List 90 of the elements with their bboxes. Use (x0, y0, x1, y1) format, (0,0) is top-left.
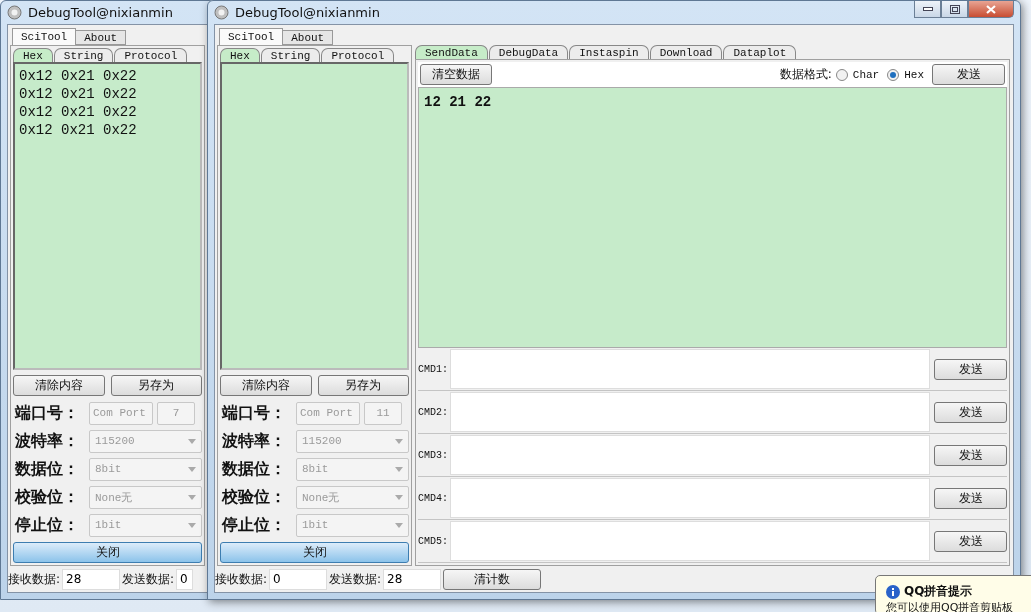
field-label: 停止位： (220, 514, 287, 536)
close-port-button[interactable]: 关闭 (220, 542, 409, 563)
close-port-button[interactable]: 关闭 (13, 542, 202, 563)
sent-count-field[interactable]: 0 (176, 568, 194, 590)
field-label: 波特率： (221, 430, 287, 452)
received-count-field[interactable]: 28 (62, 568, 121, 590)
receive-log[interactable]: 0x12 0x21 0x22 0x12 0x21 0x22 0x12 0x21 0x22 0x12 0x21 0x22 (13, 62, 202, 370)
dropdown-arrow-icon (188, 522, 196, 528)
format-label: 数据格式: (779, 66, 832, 83)
field-label: 停止位： (13, 514, 80, 536)
command-label: CMD4: (418, 492, 448, 504)
tab[interactable]: Dataplot (723, 45, 797, 59)
tab[interactable]: String (53, 48, 114, 62)
tab[interactable]: SciTool (219, 28, 284, 45)
tab[interactable]: About (282, 30, 334, 45)
tab[interactable]: Protocol (114, 48, 188, 62)
command-field[interactable] (450, 349, 930, 389)
format-radio[interactable]: Hex (887, 68, 924, 81)
log-line: 0x12 0x21 0x22 (19, 85, 138, 103)
field-label: 数据位： (221, 458, 287, 480)
command-field[interactable] (450, 521, 930, 561)
command-field[interactable] (450, 392, 930, 432)
tab[interactable]: About (75, 30, 127, 45)
sent-label: 发送数据: (122, 570, 175, 588)
field-label: 端口号： (13, 402, 80, 424)
tab[interactable]: SciTool (12, 28, 77, 45)
tab[interactable]: Protocol (321, 48, 395, 62)
tab[interactable]: String (260, 48, 321, 62)
dropdown-arrow-icon (188, 494, 196, 500)
send-button[interactable]: 发送 (934, 530, 1007, 552)
receive-log[interactable] (220, 62, 409, 370)
log-button[interactable]: 清除内容 (13, 375, 105, 396)
log-button[interactable]: 清除内容 (220, 375, 312, 396)
command-label: CMD5: (418, 535, 448, 547)
send-button[interactable]: 发送 (932, 64, 1005, 85)
received-count-field[interactable]: 0 (269, 568, 328, 590)
notification-title: QQ拼音提示 (904, 583, 973, 600)
field-label: 端口号： (220, 402, 287, 424)
dropdown-arrow-icon (395, 494, 403, 500)
tab[interactable]: SendData (415, 45, 488, 59)
reset-count-button[interactable]: 清计数 (443, 568, 542, 590)
send-button[interactable]: 发送 (934, 444, 1007, 466)
send-button[interactable]: 发送 (934, 358, 1007, 380)
log-button[interactable]: 另存为 (317, 375, 409, 396)
command-label: CMD1: (418, 363, 448, 375)
maximize-button[interactable] (941, 1, 968, 18)
dropdown-arrow-icon (395, 438, 403, 444)
dropdown-arrow-icon (188, 466, 196, 472)
received-label: 接收数据: (215, 570, 268, 588)
received-label: 接收数据: (8, 570, 61, 588)
send-button[interactable]: 发送 (934, 487, 1007, 509)
log-line: 0x12 0x21 0x22 (19, 121, 138, 139)
minimize-button[interactable] (914, 1, 941, 18)
send-button[interactable]: 发送 (934, 401, 1007, 423)
dropdown-arrow-icon (395, 466, 403, 472)
maximize-icon (949, 4, 960, 14)
window-title: DebugTool@nixianmin (28, 5, 173, 20)
dropdown-arrow-icon (395, 522, 403, 528)
info-icon (886, 584, 900, 599)
close-button[interactable] (968, 1, 1014, 18)
close-icon (986, 4, 996, 14)
log-button[interactable]: 另存为 (110, 375, 202, 396)
field-label: 校验位： (220, 486, 287, 508)
radio-icon[interactable] (835, 68, 848, 81)
log-line: 0x12 0x21 0x22 (19, 67, 138, 85)
sent-count-field[interactable]: 28 (383, 568, 442, 590)
command-label: CMD2: (418, 406, 448, 418)
app-icon (214, 5, 229, 20)
window-title: DebugTool@nixianmin (235, 5, 380, 20)
field-label: 校验位： (13, 486, 80, 508)
format-radio[interactable]: Char (835, 68, 880, 81)
send-data-field[interactable]: 12 21 22 (418, 87, 1007, 348)
tab[interactable]: Hex (220, 48, 260, 62)
dropdown-arrow-icon (188, 438, 196, 444)
log-line: 0x12 0x21 0x22 (19, 103, 138, 121)
notification-text: 您可以使用QQ拼音剪贴板 (886, 602, 1015, 612)
command-field[interactable] (450, 478, 930, 518)
field-label: 波特率： (14, 430, 80, 452)
tab[interactable]: DebugData (488, 45, 569, 59)
tab[interactable]: Hex (13, 48, 53, 62)
sent-label: 发送数据: (329, 570, 382, 588)
tab[interactable]: Download (649, 45, 723, 59)
command-label: CMD3: (418, 449, 448, 461)
app-icon (7, 5, 22, 20)
field-label: 数据位： (14, 458, 80, 480)
command-field[interactable] (450, 435, 930, 475)
radio-icon[interactable] (887, 68, 900, 81)
clear-data-button[interactable]: 清空数据 (420, 64, 492, 85)
tab[interactable]: Instaspin (569, 45, 649, 59)
minimize-icon (922, 7, 933, 11)
